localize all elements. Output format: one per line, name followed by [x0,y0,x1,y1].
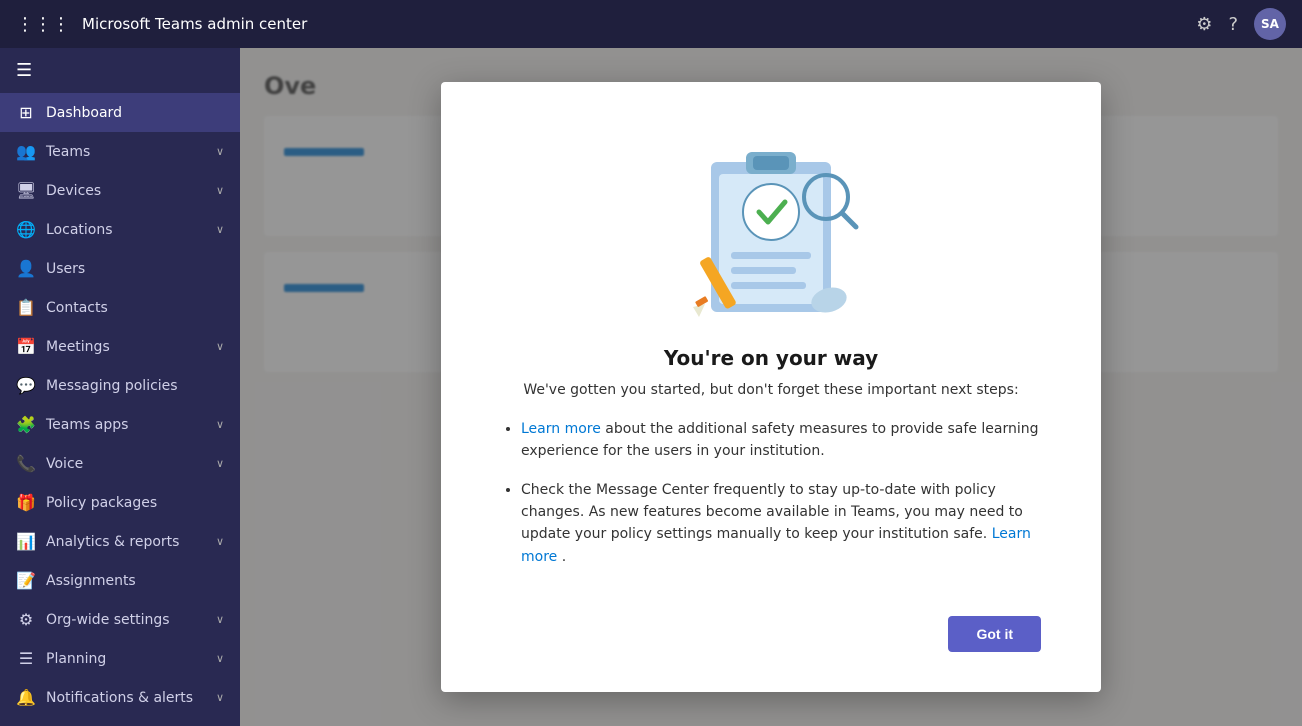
notifications-icon: 🔔 [16,688,36,707]
dialog-item-2-text-before: Check the Message Center frequently to s… [521,482,1023,543]
sidebar-item-label: Locations [46,222,113,238]
sidebar-item-contacts[interactable]: 📋 Contacts [0,288,240,327]
teams-apps-icon: 🧩 [16,415,36,434]
sidebar-item-label: Planning [46,651,106,667]
sidebar-item-storybook[interactable]: 📖 Storybook [0,717,240,726]
dialog-subtitle: We've gotten you started, but don't forg… [523,382,1018,398]
dashboard-icon: ⊞ [16,103,36,122]
sidebar-item-label: Teams apps [46,417,128,433]
teams-icon: 👥 [16,142,36,161]
sidebar-item-label: Dashboard [46,105,122,121]
meetings-icon: 📅 [16,337,36,356]
dialog: You're on your way We've gotten you star… [441,82,1101,692]
sidebar-item-locations[interactable]: 🌐 Locations ∨ [0,210,240,249]
dialog-list-item-1: Learn more about the additional safety m… [521,418,1041,463]
chevron-down-icon: ∨ [216,652,224,665]
sidebar-item-planning[interactable]: ☰ Planning ∨ [0,639,240,678]
policy-packages-icon: 🎁 [16,493,36,512]
content-area: Ove [240,48,1302,726]
got-it-button[interactable]: Got it [948,616,1041,652]
sidebar-item-assignments[interactable]: 📝 Assignments [0,561,240,600]
sidebar-item-label: Teams [46,144,90,160]
header-left: ⋮⋮⋮ Microsoft Teams admin center [16,14,307,35]
dialog-list-item-2: Check the Message Center frequently to s… [521,479,1041,569]
chevron-down-icon: ∨ [216,184,224,197]
sidebar-item-label: Voice [46,456,83,472]
sidebar-item-label: Org-wide settings [46,612,170,628]
dialog-footer: Got it [501,616,1041,652]
sidebar-item-dashboard[interactable]: ⊞ Dashboard [0,93,240,132]
org-settings-icon: ⚙ [16,610,36,629]
chevron-down-icon: ∨ [216,340,224,353]
sidebar-item-policy-packages[interactable]: 🎁 Policy packages [0,483,240,522]
avatar[interactable]: SA [1254,8,1286,40]
sidebar-item-devices[interactable]: 🖥 Devices ∨ [0,171,240,210]
contacts-icon: 📋 [16,298,36,317]
sidebar-item-messaging-policies[interactable]: 💬 Messaging policies [0,366,240,405]
settings-icon[interactable]: ⚙ [1196,14,1212,35]
locations-icon: 🌐 [16,220,36,239]
sidebar-item-label: Notifications & alerts [46,690,193,706]
chevron-down-icon: ∨ [216,457,224,470]
devices-icon: 🖥 [16,181,36,200]
chevron-down-icon: ∨ [216,691,224,704]
users-icon: 👤 [16,259,36,278]
header-right: ⚙ ? SA [1196,8,1286,40]
sidebar-item-label: Devices [46,183,101,199]
sidebar-item-notifications-alerts[interactable]: 🔔 Notifications & alerts ∨ [0,678,240,717]
chevron-down-icon: ∨ [216,535,224,548]
planning-icon: ☰ [16,649,36,668]
app-grid-icon[interactable]: ⋮⋮⋮ [16,14,70,35]
dialog-body: Learn more about the additional safety m… [501,418,1041,584]
sidebar-item-meetings[interactable]: 📅 Meetings ∨ [0,327,240,366]
modal-overlay: You're on your way We've gotten you star… [240,48,1302,726]
chevron-down-icon: ∨ [216,418,224,431]
analytics-icon: 📊 [16,532,36,551]
chevron-down-icon: ∨ [216,223,224,236]
sidebar-item-label: Messaging policies [46,378,178,394]
sidebar-toggle[interactable]: ☰ [0,48,240,93]
sidebar-item-analytics-reports[interactable]: 📊 Analytics & reports ∨ [0,522,240,561]
chevron-down-icon: ∨ [216,613,224,626]
chevron-down-icon: ∨ [216,145,224,158]
sidebar-item-teams[interactable]: 👥 Teams ∨ [0,132,240,171]
help-icon[interactable]: ? [1228,14,1238,35]
top-header: ⋮⋮⋮ Microsoft Teams admin center ⚙ ? SA [0,0,1302,48]
assignments-icon: 📝 [16,571,36,590]
learn-more-link-1[interactable]: Learn more [521,421,601,437]
sidebar-item-label: Users [46,261,85,277]
sidebar-item-org-wide-settings[interactable]: ⚙ Org-wide settings ∨ [0,600,240,639]
dialog-title: You're on your way [664,346,878,370]
voice-icon: 📞 [16,454,36,473]
sidebar-item-label: Meetings [46,339,110,355]
sidebar-item-label: Analytics & reports [46,534,179,550]
sidebar-item-teams-apps[interactable]: 🧩 Teams apps ∨ [0,405,240,444]
dialog-item-2-text-after: . [562,549,566,565]
sidebar-item-label: Policy packages [46,495,157,511]
sidebar-item-label: Assignments [46,573,136,589]
sidebar-item-voice[interactable]: 📞 Voice ∨ [0,444,240,483]
main-layout: ☰ ⊞ Dashboard 👥 Teams ∨ 🖥 Devices ∨ 🌐 [0,48,1302,726]
app-title: Microsoft Teams admin center [82,15,307,33]
messaging-icon: 💬 [16,376,36,395]
sidebar-item-users[interactable]: 👤 Users [0,249,240,288]
sidebar: ☰ ⊞ Dashboard 👥 Teams ∨ 🖥 Devices ∨ 🌐 [0,48,240,726]
sidebar-item-label: Contacts [46,300,108,316]
clipboard-illustration [681,122,861,322]
